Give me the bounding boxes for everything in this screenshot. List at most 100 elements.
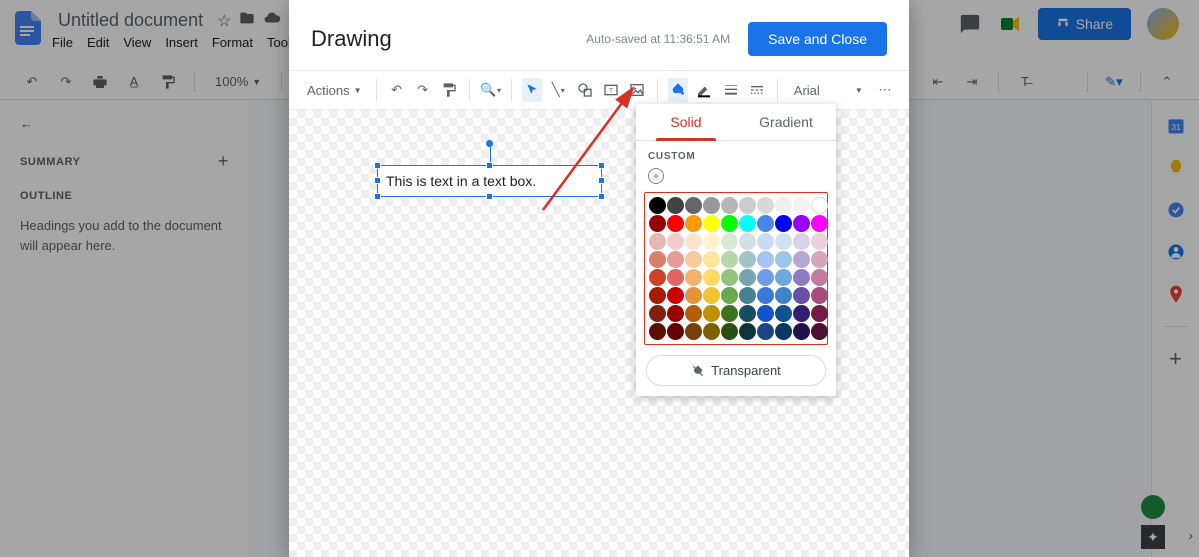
- color-swatch[interactable]: [703, 215, 720, 232]
- color-swatch[interactable]: [667, 197, 684, 214]
- color-swatch[interactable]: [793, 233, 810, 250]
- color-swatch[interactable]: [703, 305, 720, 322]
- color-swatch[interactable]: [757, 323, 774, 340]
- color-swatch[interactable]: [685, 215, 702, 232]
- save-and-close-button[interactable]: Save and Close: [748, 22, 887, 56]
- color-swatch[interactable]: [739, 287, 756, 304]
- color-swatch[interactable]: [757, 269, 774, 286]
- color-swatch[interactable]: [685, 233, 702, 250]
- color-swatch[interactable]: [667, 215, 684, 232]
- shape-tool-icon[interactable]: [574, 78, 594, 102]
- select-tool-icon[interactable]: [522, 78, 542, 102]
- color-swatch[interactable]: [811, 233, 828, 250]
- actions-menu[interactable]: Actions▼: [303, 80, 366, 101]
- color-swatch[interactable]: [793, 215, 810, 232]
- color-swatch[interactable]: [721, 305, 738, 322]
- color-swatch[interactable]: [685, 251, 702, 268]
- more-options-icon[interactable]: ⋯: [875, 78, 895, 102]
- paint-format-icon[interactable]: [439, 78, 459, 102]
- color-swatch[interactable]: [667, 305, 684, 322]
- color-swatch[interactable]: [775, 305, 792, 322]
- color-swatch[interactable]: [685, 305, 702, 322]
- color-swatch[interactable]: [811, 323, 828, 340]
- resize-handle[interactable]: [374, 177, 381, 184]
- color-swatch[interactable]: [721, 251, 738, 268]
- color-swatch[interactable]: [811, 197, 828, 214]
- redo-icon[interactable]: ↷: [413, 78, 433, 102]
- undo-icon[interactable]: ↶: [386, 78, 406, 102]
- color-swatch[interactable]: [649, 197, 666, 214]
- color-swatch[interactable]: [757, 287, 774, 304]
- color-swatch[interactable]: [775, 269, 792, 286]
- textbox-tool-icon[interactable]: T: [601, 78, 621, 102]
- color-swatch[interactable]: [649, 233, 666, 250]
- resize-handle[interactable]: [598, 193, 605, 200]
- border-dash-icon[interactable]: [747, 78, 767, 102]
- resize-handle[interactable]: [598, 177, 605, 184]
- color-swatch[interactable]: [793, 269, 810, 286]
- color-swatch[interactable]: [649, 323, 666, 340]
- color-swatch[interactable]: [757, 197, 774, 214]
- color-swatch[interactable]: [739, 305, 756, 322]
- add-custom-color-icon[interactable]: +: [648, 168, 664, 184]
- color-swatch[interactable]: [703, 197, 720, 214]
- color-swatch[interactable]: [667, 233, 684, 250]
- color-swatch[interactable]: [811, 305, 828, 322]
- color-swatch[interactable]: [703, 251, 720, 268]
- color-swatch[interactable]: [667, 251, 684, 268]
- tab-gradient[interactable]: Gradient: [736, 104, 836, 140]
- border-weight-icon[interactable]: [720, 78, 740, 102]
- color-swatch[interactable]: [649, 305, 666, 322]
- image-tool-icon[interactable]: [627, 78, 647, 102]
- color-swatch[interactable]: [757, 305, 774, 322]
- color-swatch[interactable]: [739, 233, 756, 250]
- color-swatch[interactable]: [739, 251, 756, 268]
- color-swatch[interactable]: [721, 197, 738, 214]
- color-swatch[interactable]: [649, 215, 666, 232]
- color-swatch[interactable]: [811, 215, 828, 232]
- resize-handle[interactable]: [374, 193, 381, 200]
- color-swatch[interactable]: [721, 323, 738, 340]
- border-color-icon[interactable]: [694, 78, 714, 102]
- color-swatch[interactable]: [793, 287, 810, 304]
- color-swatch[interactable]: [757, 251, 774, 268]
- resize-handle[interactable]: [486, 193, 493, 200]
- color-swatch[interactable]: [739, 323, 756, 340]
- color-swatch[interactable]: [775, 197, 792, 214]
- line-tool-icon[interactable]: ╲▾: [548, 78, 568, 102]
- color-swatch[interactable]: [649, 251, 666, 268]
- font-select[interactable]: Arial▼: [788, 83, 869, 98]
- rotate-handle[interactable]: [486, 140, 493, 147]
- color-swatch[interactable]: [811, 251, 828, 268]
- resize-handle[interactable]: [598, 162, 605, 169]
- color-swatch[interactable]: [685, 287, 702, 304]
- color-swatch[interactable]: [793, 197, 810, 214]
- color-swatch[interactable]: [757, 233, 774, 250]
- color-swatch[interactable]: [721, 287, 738, 304]
- tab-solid[interactable]: Solid: [636, 104, 736, 140]
- color-swatch[interactable]: [649, 287, 666, 304]
- color-swatch[interactable]: [739, 197, 756, 214]
- color-swatch[interactable]: [649, 269, 666, 286]
- color-swatch[interactable]: [793, 305, 810, 322]
- resize-handle[interactable]: [486, 162, 493, 169]
- color-swatch[interactable]: [721, 233, 738, 250]
- color-swatch[interactable]: [775, 233, 792, 250]
- zoom-icon[interactable]: 🔍▾: [480, 78, 501, 102]
- color-swatch[interactable]: [775, 323, 792, 340]
- color-swatch[interactable]: [703, 233, 720, 250]
- color-swatch[interactable]: [685, 269, 702, 286]
- color-swatch[interactable]: [703, 269, 720, 286]
- color-swatch[interactable]: [739, 269, 756, 286]
- fill-color-icon[interactable]: [668, 78, 688, 102]
- selected-textbox[interactable]: This is text in a text box.: [377, 165, 602, 197]
- transparent-button[interactable]: Transparent: [646, 355, 826, 386]
- color-swatch[interactable]: [775, 287, 792, 304]
- color-swatch[interactable]: [775, 251, 792, 268]
- color-swatch[interactable]: [703, 287, 720, 304]
- color-swatch[interactable]: [775, 215, 792, 232]
- color-swatch[interactable]: [721, 215, 738, 232]
- color-swatch[interactable]: [721, 269, 738, 286]
- color-swatch[interactable]: [667, 323, 684, 340]
- color-swatch[interactable]: [757, 215, 774, 232]
